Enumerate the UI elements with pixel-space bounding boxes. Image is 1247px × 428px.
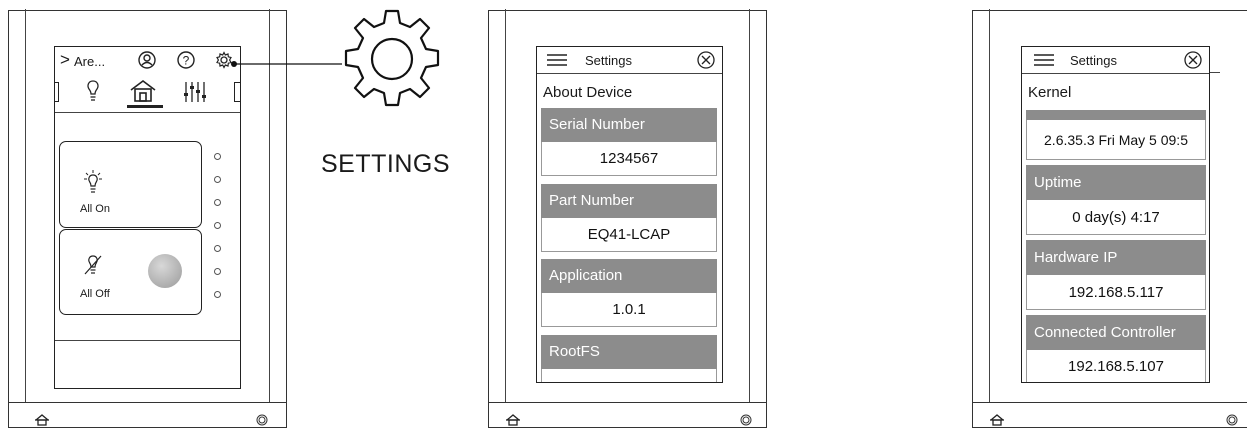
user-icon[interactable] <box>138 51 156 69</box>
toggle-knob[interactable] <box>148 254 182 288</box>
page-dot[interactable] <box>214 199 221 206</box>
field-value <box>541 369 717 382</box>
home-icon[interactable] <box>130 80 156 102</box>
tab-active-underline <box>127 105 163 108</box>
settings-callout-label: SETTINGS <box>321 150 451 178</box>
section-title: Kernel <box>1028 84 1072 101</box>
power-button-icon[interactable] <box>740 414 752 426</box>
section-title: About Device <box>543 84 633 101</box>
field-label: RootFS <box>541 335 717 369</box>
field-value: 1.0.1 <box>541 293 717 327</box>
field-label-bar <box>1026 110 1206 120</box>
hamburger-menu-icon[interactable] <box>547 54 567 66</box>
hamburger-menu-icon[interactable] <box>1034 54 1054 66</box>
settings-header: Settings <box>1022 47 1209 74</box>
tab-right-edge <box>234 82 240 102</box>
lightbulb-off-icon <box>84 255 102 275</box>
page-dot[interactable] <box>214 153 221 160</box>
field-label: Part Number <box>541 184 717 218</box>
device-bottom-bar <box>9 402 286 427</box>
all-on-label: All On <box>80 203 110 215</box>
page-dot[interactable] <box>214 176 221 183</box>
field-value: 2.6.35.3 Fri May 5 09:5 <box>1026 120 1206 160</box>
field-value: EQ41-LCAP <box>541 218 717 252</box>
screen-edge-line <box>1210 72 1220 73</box>
all-off-card[interactable]: All Off <box>59 229 202 315</box>
house-button-icon[interactable] <box>989 413 1005 427</box>
field-value: 192.168.5.107 <box>1026 350 1206 382</box>
lightbulb-icon[interactable] <box>86 80 100 102</box>
all-off-label: All Off <box>80 288 110 300</box>
header-title: Settings <box>1070 53 1117 68</box>
device-bottom-bar <box>973 402 1247 427</box>
page-dot[interactable] <box>214 222 221 229</box>
all-on-card[interactable]: All On <box>59 141 202 228</box>
close-icon[interactable] <box>697 51 715 69</box>
page-dot[interactable] <box>214 245 221 252</box>
area-nav-label[interactable]: Are... <box>74 54 105 69</box>
field-label: Uptime <box>1026 165 1206 200</box>
field-label: Hardware IP <box>1026 240 1206 275</box>
house-button-icon[interactable] <box>505 413 521 427</box>
divider <box>55 340 240 341</box>
house-button-icon[interactable] <box>34 413 50 427</box>
field-value: 1234567 <box>541 142 717 176</box>
divider <box>55 112 240 113</box>
tab-left-edge <box>55 82 59 102</box>
power-button-icon[interactable] <box>1226 414 1238 426</box>
page-dot[interactable] <box>214 268 221 275</box>
field-label: Serial Number <box>541 108 717 142</box>
home-screen: > Are... ? All On All Off <box>54 46 241 389</box>
field-label: Connected Controller <box>1026 315 1206 350</box>
about-device-screen: Settings About Device Serial Number 1234… <box>536 46 723 383</box>
power-button-icon[interactable] <box>256 414 268 426</box>
svg-text:?: ? <box>183 54 190 68</box>
field-value: 192.168.5.117 <box>1026 275 1206 310</box>
header-title: Settings <box>585 53 632 68</box>
sliders-icon[interactable] <box>183 81 207 103</box>
kernel-info-screen: Settings Kernel 2.6.35.3 Fri May 5 09:5 … <box>1021 46 1210 383</box>
settings-header: Settings <box>537 47 722 74</box>
close-icon[interactable] <box>1184 51 1202 69</box>
field-label: Application <box>541 259 717 293</box>
chevron-right-icon[interactable]: > <box>60 50 70 70</box>
field-value: 0 day(s) 4:17 <box>1026 200 1206 235</box>
device-bottom-bar <box>489 402 766 427</box>
lightbulb-on-icon <box>84 170 102 193</box>
page-dot[interactable] <box>214 291 221 298</box>
settings-gear-icon <box>344 9 440 107</box>
callout-line <box>231 61 342 67</box>
help-icon[interactable]: ? <box>177 51 195 69</box>
